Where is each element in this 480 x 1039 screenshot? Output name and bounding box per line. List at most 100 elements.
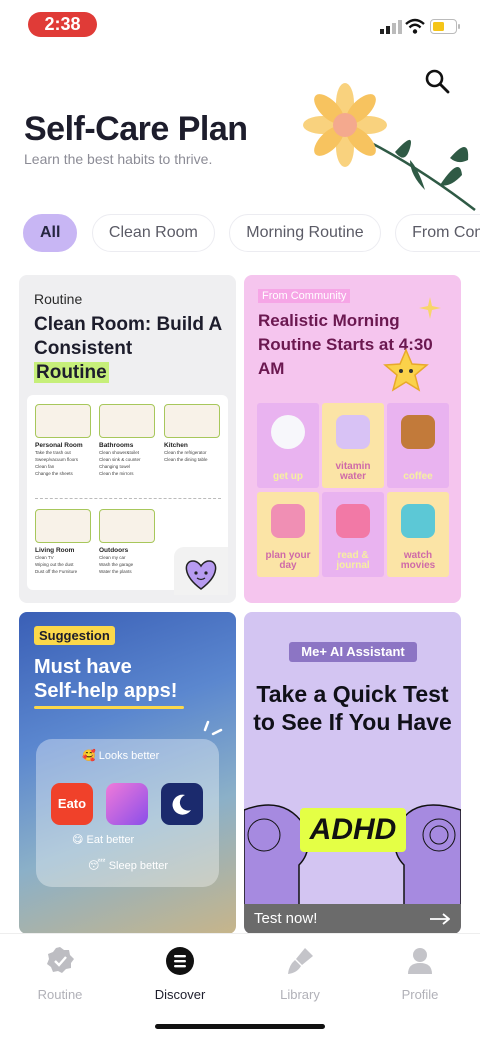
- room-item: Change the sheets: [35, 471, 73, 476]
- heart-icon: [174, 547, 228, 595]
- community-badge: From Community: [258, 289, 351, 303]
- room-image: [164, 404, 220, 438]
- flower-illustration: [303, 83, 476, 211]
- card-morning-routine[interactable]: From Community Realistic Morning Routine…: [244, 275, 461, 603]
- grid-label: coffee: [403, 471, 433, 482]
- routine-grid: get up vitamin water coffee plan your da…: [257, 403, 449, 577]
- grid-cell-vitamin-water: vitamin water: [322, 403, 384, 488]
- adhd-highlight: ADHD: [300, 808, 406, 852]
- room-item: Clean shower&toilet: [99, 450, 140, 455]
- nav-label: Profile: [401, 987, 439, 1002]
- wifi-icon: [405, 18, 425, 34]
- page-title: Self-Care Plan: [24, 110, 248, 148]
- room-name: Kitchen: [164, 442, 188, 449]
- badge-check-icon: [47, 947, 74, 973]
- room-name: Outdoors: [99, 547, 129, 554]
- room-name: Personal Room: [35, 442, 83, 449]
- home-indicator: [155, 1024, 325, 1029]
- card-self-help-apps[interactable]: Suggestion Must have Self-help apps! 🥰 L…: [19, 612, 236, 934]
- card-title-line2: Self-help apps!: [34, 680, 178, 702]
- card-title-text: Clean Room: Build A Consistent: [34, 314, 222, 359]
- card-title: Must have Self-help apps!: [34, 655, 177, 703]
- room-item: Clean TV: [35, 555, 54, 560]
- app-eato: Eato: [51, 783, 93, 825]
- battery-icon: [430, 19, 460, 34]
- status-time: 2:38: [28, 12, 97, 37]
- room-personal: Personal Room Take the trash out Sweep/v…: [35, 404, 93, 477]
- nav-library[interactable]: Library: [252, 946, 348, 1002]
- status-bar: 2:38: [0, 0, 480, 48]
- grid-label: get up: [273, 471, 303, 482]
- page-subtitle: Learn the best habits to thrive.: [24, 151, 213, 167]
- test-now-bar[interactable]: Test now!: [244, 904, 461, 934]
- nav-discover[interactable]: Discover: [132, 946, 228, 1002]
- chip-clean-room[interactable]: Clean Room: [91, 214, 215, 252]
- divider: [35, 498, 221, 499]
- room-item: Water the plants: [99, 569, 132, 574]
- card-adhd-test[interactable]: Me+ AI Assistant Take a Quick Test to Se…: [244, 612, 461, 934]
- room-image: [99, 509, 155, 543]
- app-body-icon: [106, 783, 148, 825]
- chip-from-community[interactable]: From Comm: [395, 214, 480, 252]
- person-icon: [408, 948, 432, 974]
- apps-panel: 🥰 Looks better Eato 😋 Eat better 😴 Sleep…: [36, 739, 219, 887]
- room-item: Wiping out the dust: [35, 562, 74, 567]
- card-kicker: Routine: [34, 291, 83, 307]
- ai-assistant-badge: Me+ AI Assistant: [289, 642, 417, 662]
- book-icon: [336, 504, 370, 538]
- room-item: Clean my car: [99, 555, 126, 560]
- room-outdoors: Outdoors Clean my car Wash the garage Wa…: [99, 509, 157, 575]
- suggestion-badge: Suggestion: [34, 626, 115, 645]
- room-item: Sweep/vacuum floors: [35, 457, 79, 462]
- room-item: Dust off the Furniture: [35, 569, 78, 574]
- grid-label: read & journal: [336, 550, 370, 571]
- card-title: Clean Room: Build A Consistent Routine: [34, 313, 224, 385]
- filter-chips: All Clean Room Morning Routine From Comm: [23, 214, 480, 252]
- sparkle-icon: [419, 297, 441, 319]
- grid-cell-plan: plan your day: [257, 492, 319, 577]
- room-item: Take the trash out: [35, 450, 71, 455]
- card-title: Take a Quick Test to See If You Have: [253, 681, 452, 735]
- room-name: Living Room: [35, 547, 75, 554]
- grid-label: vitamin water: [335, 461, 371, 482]
- room-item: Clean fan: [35, 464, 55, 469]
- calendar-icon: [271, 504, 305, 538]
- nav-label: Library: [280, 987, 320, 1002]
- card-title-highlight: Routine: [34, 362, 109, 383]
- grid-cell-read: read & journal: [322, 492, 384, 577]
- room-item: Clean the dining table: [164, 457, 208, 462]
- underline: [34, 706, 184, 709]
- coffee-icon: [401, 415, 435, 449]
- room-item: Wash the garage: [99, 562, 134, 567]
- arrow-right-icon: [430, 913, 450, 925]
- label-eat-better: 😋 Eat better: [72, 834, 135, 846]
- cup-icon: [336, 415, 370, 449]
- discover-icon: [166, 947, 194, 975]
- tv-icon: [401, 504, 435, 538]
- room-bathrooms: Bathrooms Clean shower&toilet Clean sink…: [99, 404, 157, 477]
- room-image: [35, 404, 91, 438]
- label-looks-better: 🥰 Looks better: [82, 750, 160, 762]
- card-clean-room[interactable]: Routine Clean Room: Build A Consistent R…: [19, 275, 236, 603]
- brush-icon: [288, 948, 313, 974]
- nav-profile[interactable]: Profile: [372, 946, 468, 1002]
- test-now-button[interactable]: Test now!: [254, 910, 317, 927]
- room-image: [99, 404, 155, 438]
- room-image: [35, 509, 91, 543]
- room-name: Bathrooms: [99, 442, 134, 449]
- nav-label: Routine: [37, 987, 83, 1002]
- nav-routine[interactable]: Routine: [12, 946, 108, 1002]
- grid-cell-movies: watch movies: [387, 492, 449, 577]
- room-item: Clean sink & counter: [99, 457, 141, 462]
- grid-label: plan your day: [265, 550, 311, 571]
- chip-all[interactable]: All: [23, 214, 78, 252]
- signal-icon: [380, 20, 402, 34]
- nav-label: Discover: [154, 987, 206, 1002]
- chip-morning-routine[interactable]: Morning Routine: [229, 214, 381, 252]
- card-title-line1: Must have: [34, 656, 132, 678]
- star-icon: [383, 348, 429, 392]
- room-item: Changing towel: [99, 464, 131, 469]
- clock-icon: [271, 415, 305, 449]
- room-living: Living Room Clean TV Wiping out the dust…: [35, 509, 93, 575]
- grid-label: watch movies: [400, 550, 436, 571]
